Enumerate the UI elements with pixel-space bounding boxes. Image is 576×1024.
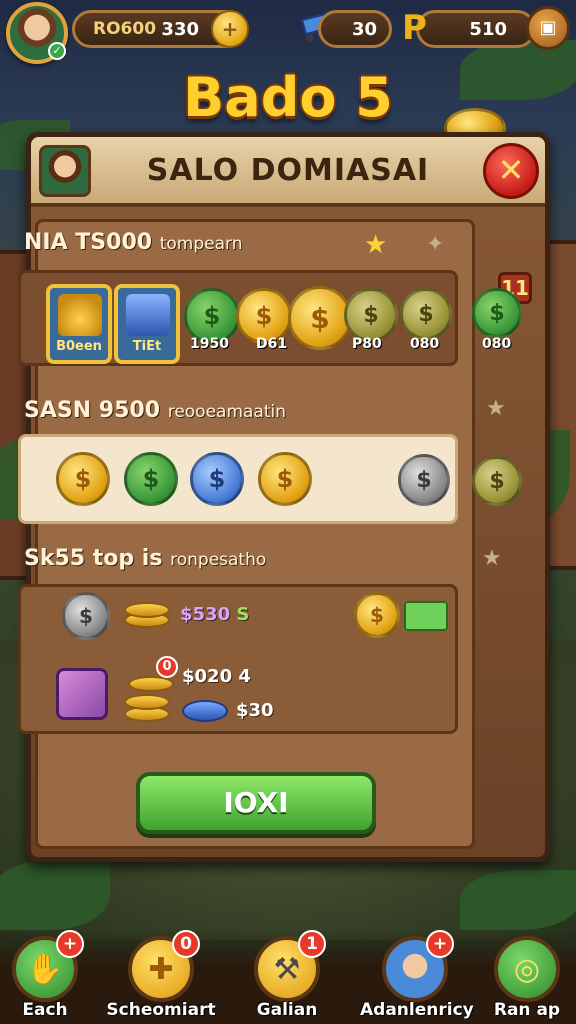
price-suffix: 4 (238, 666, 251, 687)
item-caption: B0een (56, 339, 102, 354)
section-title-text: Sk55 top is (24, 546, 163, 571)
nav-item-galian[interactable]: ⚒ 1 Galian (232, 930, 342, 1024)
coin-caption: 1950 (190, 336, 229, 352)
gold-coin-icon[interactable]: $ (258, 452, 312, 506)
coin-stack-icon (124, 602, 170, 618)
nav-label: Each (22, 1000, 68, 1020)
gold-pile-icon (58, 294, 102, 336)
nav-badge: 0 (172, 930, 200, 958)
player-name: RO600 (93, 19, 157, 39)
item-card-pot[interactable]: TiEt (114, 284, 180, 364)
gold-coin-icon[interactable]: $ (354, 592, 400, 638)
gift-box-icon[interactable] (56, 668, 108, 720)
coin-caption: D61 (256, 336, 288, 352)
gold-coin-icon[interactable]: $ (56, 452, 110, 506)
coin-icon: $ (472, 288, 522, 338)
notification-dot: 0 (156, 656, 178, 678)
coin-icon[interactable]: $ (400, 288, 452, 340)
gold-coin-large-icon[interactable]: $ (288, 286, 352, 350)
offer-price[interactable]: $30 (236, 700, 274, 721)
cash-icon (404, 601, 448, 631)
coin-icon[interactable]: $ (344, 288, 398, 342)
offer-price[interactable]: $530 S (180, 604, 249, 625)
star-icon: ★ (482, 546, 502, 571)
section-subtitle-text: reooeamaatin (167, 402, 287, 422)
ring-icon: ◎ (494, 936, 560, 1002)
coin-stack-icon (128, 676, 174, 692)
coin-caption: 080 (482, 336, 512, 352)
section-title-text: SASN 9500 (24, 398, 161, 423)
player-avatar[interactable]: ✓ (6, 2, 68, 64)
star-icon: ★ (486, 396, 506, 421)
coin-plus-icon[interactable]: + (211, 10, 249, 48)
nav-label: Adanlenricy (360, 1000, 474, 1020)
item-card-gold[interactable]: B0een (46, 284, 112, 364)
price-text: $530 (180, 604, 231, 625)
section-subtitle-text: tompearn (159, 234, 243, 254)
nav-badge: + (56, 930, 84, 958)
blue-coin-icon[interactable]: $ (190, 452, 244, 506)
silver-coin-icon[interactable]: $ (62, 592, 110, 640)
nav-item-scheomiart[interactable]: ✚ 0 Scheomiart (106, 930, 216, 1024)
panel-title: SALO DOMIASAI (146, 153, 430, 188)
silver-coin-icon[interactable]: $ (398, 454, 450, 506)
chest-icon[interactable]: ▣ (526, 6, 570, 50)
nav-label: Ran ap (493, 1000, 561, 1020)
sparkle-icon: ✦ (426, 232, 445, 257)
price-text: $020 (182, 666, 233, 687)
coin-counter[interactable]: RO600 330 + (72, 10, 249, 48)
nav-badge: 1 (298, 930, 326, 958)
nav-item-each[interactable]: ✋ + Each (0, 930, 100, 1024)
coin-caption: P80 (352, 336, 382, 352)
green-coin-icon[interactable]: $ (124, 452, 178, 506)
blue-coin-stack-icon (182, 700, 228, 722)
key-icon: P (402, 8, 427, 48)
confirm-button[interactable]: IOXI (136, 772, 376, 834)
price-suffix: S (236, 604, 250, 625)
verified-check-icon: ✓ (48, 42, 66, 60)
panel-header: SALO DOMIASAI ✕ (31, 137, 545, 207)
item-caption: TiEt (132, 339, 162, 354)
gem-value: 30 (351, 18, 377, 40)
nav-item-adanlenricy[interactable]: + Adanlenricy (360, 930, 474, 1024)
star-icon: ★ (364, 230, 388, 260)
section-title-2: SASN 9500 reooeamaatin (24, 398, 286, 423)
close-button[interactable]: ✕ (483, 143, 539, 199)
coin-caption: 080 (410, 336, 440, 352)
blue-pot-icon (126, 294, 170, 336)
nav-badge: + (426, 930, 454, 958)
coin-icon: $ (472, 456, 522, 506)
section-title-3: Sk55 top is ronpesatho (24, 546, 266, 571)
gem-counter[interactable]: 30 (318, 10, 392, 48)
leaf-decoration (460, 870, 576, 930)
section-title-1: NIA TS000 tompearn (24, 230, 243, 255)
nav-item-ran-ap[interactable]: ◎ Ran ap (472, 930, 576, 1024)
nav-label: Scheomiart (106, 1000, 216, 1020)
key-value: 510 (469, 18, 507, 40)
key-counter[interactable]: 510 (416, 10, 536, 48)
section-title-text: NIA TS000 (24, 230, 153, 255)
top-hud: ✓ RO600 330 + 30 510 P ▣ (0, 0, 576, 64)
nav-label: Galian (256, 1000, 318, 1020)
offer-price[interactable]: $020 4 (182, 666, 251, 687)
coin-stack-icon (124, 694, 170, 710)
section-subtitle-text: ronpesatho (170, 550, 267, 570)
